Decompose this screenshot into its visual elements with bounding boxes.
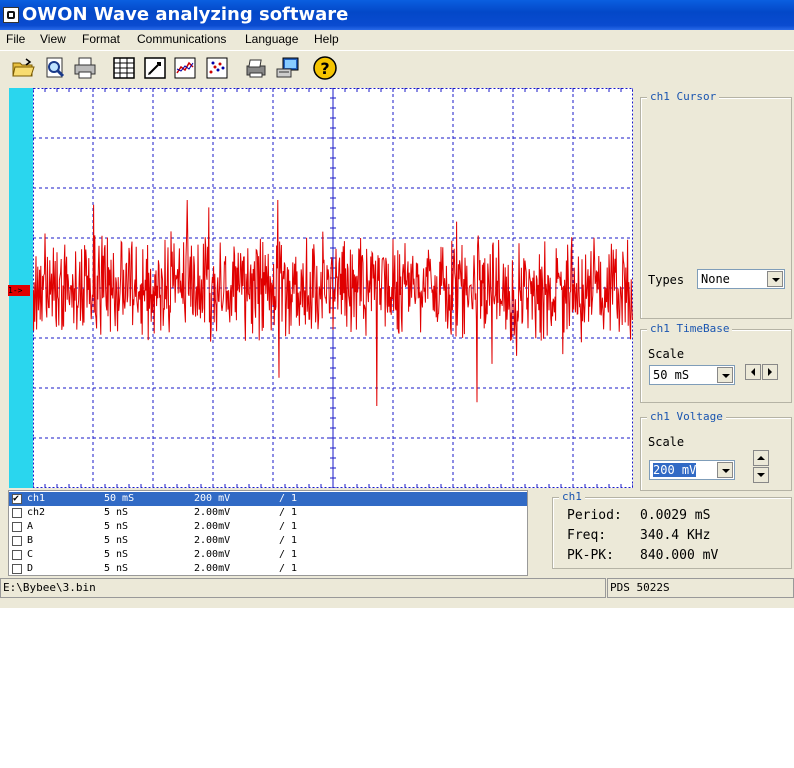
voltage-panel: ch1 Voltage Scale 200 mV (640, 410, 792, 491)
channel-name: B (27, 535, 34, 546)
table-icon[interactable] (111, 55, 137, 81)
arrow-left-icon (751, 368, 755, 376)
channel-1-marker[interactable]: 1-> (8, 285, 30, 296)
freq-value: 340.4 KHz (640, 528, 711, 543)
scope-connect-icon[interactable] (275, 55, 301, 81)
app-icon[interactable] (3, 7, 19, 23)
voltage-down-button[interactable] (753, 467, 769, 483)
channel-name: ch1 (27, 493, 46, 504)
timebase-panel: ch1 TimeBase Scale 50 mS (640, 322, 792, 403)
channel-row-ch2[interactable]: ch2 5 nS 2.00mV / 1 (9, 506, 527, 520)
channel-row-c[interactable]: C 5 nS 2.00mV / 1 (9, 548, 527, 562)
print-icon[interactable] (72, 55, 98, 81)
cursor-panel: ch1 Cursor Types None (640, 90, 792, 319)
svg-text:?: ? (320, 59, 329, 78)
arrow-right-icon (768, 368, 772, 376)
edit-icon[interactable] (142, 55, 168, 81)
channel-time: 5 nS (104, 507, 129, 518)
chevron-down-icon[interactable] (717, 367, 733, 383)
title-bar: OWON Wave analyzing software (0, 0, 794, 30)
chevron-down-icon[interactable] (717, 462, 733, 478)
cursor-panel-title: ch1 Cursor (647, 90, 720, 103)
menu-bar: File View Format Communications Language… (0, 30, 794, 50)
period-value: 0.0029 mS (640, 508, 711, 523)
channel-checkbox-ch1[interactable] (12, 492, 22, 506)
timebase-left-button[interactable] (745, 364, 761, 380)
channel-time: 5 nS (104, 563, 129, 574)
timebase-panel-title: ch1 TimeBase (647, 322, 733, 335)
channel-time: 50 mS (104, 493, 135, 504)
timebase-right-button[interactable] (762, 364, 778, 380)
channel-volt: 2.00mV (194, 535, 231, 546)
channel-time: 5 nS (104, 535, 129, 546)
channel-row-ch1[interactable]: ch1 50 mS 200 mV / 1 (9, 492, 527, 506)
arrow-down-icon (757, 473, 765, 477)
voltage-up-button[interactable] (753, 450, 769, 466)
channel-name: C (27, 549, 34, 560)
timebase-scale-label: Scale (648, 347, 685, 361)
channel-checkbox-c[interactable] (12, 550, 22, 560)
freq-label: Freq: (567, 528, 607, 543)
menu-communications[interactable]: Communications (137, 32, 226, 46)
arrow-up-icon (757, 456, 765, 460)
channel-name: A (27, 521, 34, 532)
status-file-path: E:\Bybee\3.bin (0, 578, 606, 598)
open-icon[interactable] (10, 55, 36, 81)
cursor-types-value: None (701, 272, 730, 286)
menu-language[interactable]: Language (245, 32, 298, 46)
types-label: Types (648, 273, 685, 287)
timebase-scale-select[interactable]: 50 mS (649, 365, 735, 385)
channel-name: D (27, 563, 34, 574)
period-label: Period: (567, 508, 622, 523)
measurement-panel: ch1 Period: 0.0029 mS Freq: 340.4 KHz PK… (552, 490, 792, 569)
timebase-scale-value: 50 mS (653, 368, 690, 382)
application-window: OWON Wave analyzing software File View F… (0, 0, 794, 608)
channel-ratio: / 1 (279, 535, 298, 546)
preview-icon[interactable] (42, 55, 68, 81)
toolbar: ? (0, 50, 794, 85)
channel-ratio: / 1 (279, 521, 298, 532)
scatter-icon[interactable] (204, 55, 230, 81)
pkpk-label: PK-PK: (567, 548, 614, 563)
channel-checkbox-d[interactable] (12, 564, 22, 574)
voltage-scale-label: Scale (648, 435, 685, 449)
status-device: PDS 5022S (607, 578, 794, 598)
channel-time: 5 nS (104, 549, 129, 560)
channel-name: ch2 (27, 507, 46, 518)
channel-volt: 2.00mV (194, 549, 231, 560)
channel-checkbox-ch2[interactable] (12, 508, 22, 518)
cursor-types-select[interactable]: None (697, 269, 785, 289)
voltage-panel-title: ch1 Voltage (647, 410, 726, 423)
printer2-icon[interactable] (243, 55, 269, 81)
channel-volt: 2.00mV (194, 521, 231, 532)
voltage-scale-select[interactable]: 200 mV (649, 460, 735, 480)
channel-row-d[interactable]: D 5 nS 2.00mV / 1 (9, 562, 527, 576)
channel-volt: 2.00mV (194, 507, 231, 518)
channel-ratio: / 1 (279, 507, 298, 518)
measurement-panel-title: ch1 (559, 490, 585, 503)
channel-time: 5 nS (104, 521, 129, 532)
channel-checkbox-b[interactable] (12, 536, 22, 546)
channel-checkbox-a[interactable] (12, 522, 22, 532)
pkpk-value: 840.000 mV (640, 548, 719, 563)
menu-file[interactable]: File (6, 32, 25, 46)
channel-list: ch1 50 mS 200 mV / 1 ch2 5 nS 2.00mV / 1… (8, 490, 528, 576)
chart-icon[interactable] (172, 55, 198, 81)
channel-volt: 2.00mV (194, 563, 231, 574)
channel-ratio: / 1 (279, 549, 298, 560)
menu-view[interactable]: View (40, 32, 66, 46)
waveform-display[interactable] (33, 88, 633, 488)
channel-ratio: / 1 (279, 493, 298, 504)
channel-row-a[interactable]: A 5 nS 2.00mV / 1 (9, 520, 527, 534)
channel-volt: 200 mV (194, 493, 231, 504)
chevron-down-icon[interactable] (767, 271, 783, 287)
voltage-scale-value: 200 mV (653, 463, 697, 477)
menu-format[interactable]: Format (82, 32, 120, 46)
menu-help[interactable]: Help (314, 32, 339, 46)
help-icon[interactable]: ? (312, 55, 338, 81)
channel-ratio: / 1 (279, 563, 298, 574)
channel-row-b[interactable]: B 5 nS 2.00mV / 1 (9, 534, 527, 548)
window-title: OWON Wave analyzing software (22, 4, 349, 25)
